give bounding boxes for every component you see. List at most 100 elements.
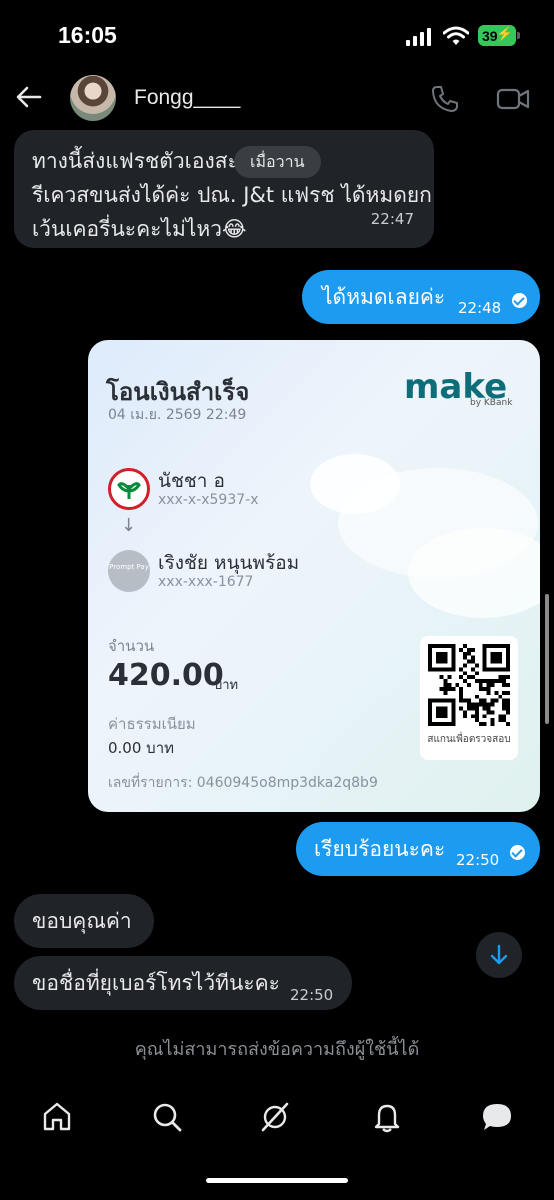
qr-module	[502, 683, 507, 687]
arrow-down-icon: ↓	[121, 515, 137, 536]
qr-module	[478, 683, 483, 687]
qr-module	[451, 686, 456, 691]
sender-account: xxx-x-x5937-x	[158, 492, 259, 508]
qr-module	[474, 671, 479, 676]
qr-module	[502, 714, 507, 719]
qr-module	[470, 647, 475, 652]
qr-module	[486, 706, 491, 711]
message-text: เว้นเคอรี่นะคะไม่ไหว😂	[32, 217, 247, 241]
contact-name[interactable]: Fongg____	[134, 86, 240, 110]
qr-module	[502, 706, 507, 711]
qr-module	[498, 679, 503, 684]
message-bubble-sent[interactable]: เรียบร้อยนะคะ 22:50	[296, 822, 540, 876]
messages-icon[interactable]	[480, 1100, 514, 1134]
message-time: 22:50	[290, 986, 334, 1004]
qr-module	[486, 710, 491, 715]
qr-module	[506, 698, 510, 703]
qr-module	[459, 694, 464, 699]
qr-module	[459, 690, 464, 695]
qr-module	[506, 675, 510, 680]
amount-value: 420.00	[108, 658, 224, 693]
qr-module	[506, 710, 510, 715]
message-time: 22:48	[458, 299, 502, 317]
receiver-account: xxx-xxx-1677	[158, 574, 254, 590]
battery-icon: 39 ⚡	[478, 25, 516, 46]
read-check-icon	[512, 293, 527, 308]
qr-module	[463, 679, 468, 684]
message-text: เรียบร้อยนะคะ	[314, 837, 446, 861]
qr-module	[486, 702, 491, 707]
scroll-to-bottom-button[interactable]	[476, 932, 522, 978]
avatar[interactable]	[70, 75, 116, 121]
qr-module	[467, 651, 471, 656]
qr-module	[498, 718, 503, 723]
qr-module	[502, 702, 507, 707]
search-icon[interactable]	[150, 1100, 184, 1134]
qr-module	[482, 686, 487, 691]
message-bubble-received[interactable]: ทางนี้ส่งแฟรชตัวเองสะดวกกว่า รีเควสขนส่ง…	[14, 130, 434, 248]
battery-level: 39	[482, 27, 498, 44]
qr-module	[490, 710, 495, 715]
qr-module	[470, 655, 475, 660]
qr-module	[490, 702, 495, 707]
qr-module	[439, 675, 444, 680]
message-bubble-received[interactable]: ขอบคุณค่า	[14, 894, 154, 948]
qr-module	[494, 690, 499, 695]
qr-module	[463, 651, 468, 656]
receipt-date: 04 เม.ย. 2569 22:49	[108, 407, 247, 423]
qr-module	[470, 667, 475, 672]
qr-module	[467, 698, 471, 703]
message-text: ขอบคุณค่า	[32, 909, 132, 933]
amount-unit: บาท	[214, 678, 239, 693]
qr-module	[474, 694, 479, 699]
qr-module	[443, 679, 448, 684]
qr-module	[467, 647, 471, 652]
message-text: ขอชื่อที่ยุเบอร์โทรไว้ทีนะคะ	[32, 971, 280, 995]
back-arrow-icon[interactable]	[14, 82, 44, 112]
date-pill: เมื่อวาน	[234, 146, 321, 178]
transfer-slip-image[interactable]: โอนเงินสำเร็จ 04 เม.ย. 2569 22:49 make b…	[88, 340, 540, 812]
qr-code-icon	[428, 644, 510, 726]
qr-module	[502, 690, 507, 695]
qr-module	[467, 659, 471, 664]
home-icon[interactable]	[40, 1100, 74, 1134]
qr-module	[463, 714, 468, 719]
grok-icon[interactable]	[258, 1100, 292, 1134]
fee-value: 0.00 บาท	[108, 739, 174, 757]
qr-module	[490, 698, 495, 703]
phone-icon[interactable]	[430, 84, 460, 114]
qr-finder	[490, 651, 503, 664]
qr-module	[470, 702, 475, 707]
qr-module	[506, 706, 510, 711]
qr-module	[506, 683, 510, 687]
qr-module	[463, 663, 468, 668]
qr-module	[459, 686, 464, 691]
qr-module	[463, 655, 468, 660]
qr-module	[498, 694, 503, 699]
qr-module	[474, 679, 479, 684]
qr-code: สแกนเพื่อตรวจสอบ	[420, 636, 518, 760]
qr-module	[486, 686, 491, 691]
video-call-icon[interactable]	[496, 84, 530, 114]
qr-module	[482, 702, 487, 707]
message-time: 22:50	[456, 851, 500, 869]
brand-by: by KBank	[470, 398, 513, 408]
qr-module	[502, 679, 507, 684]
qr-module	[478, 698, 483, 703]
message-bubble-received[interactable]: ขอชื่อที่ยุเบอร์โทรไว้ทีนะคะ 22:50	[14, 956, 352, 1010]
fee-label: ค่าธรรมเนียม	[108, 715, 196, 733]
message-text: ทางนี้ส่งแฟรชตัวเองสะดวกกว่า	[32, 149, 314, 173]
qr-module	[467, 683, 471, 687]
notifications-icon[interactable]	[370, 1100, 404, 1134]
qr-module	[459, 647, 464, 652]
qr-module	[482, 679, 487, 684]
conversation-header: Fongg____	[0, 70, 554, 130]
qr-finder	[435, 706, 448, 719]
message-bubble-sent[interactable]: ได้หมดเลยค่ะ 22:48	[302, 270, 540, 324]
qr-module	[490, 679, 495, 684]
scrollbar[interactable]	[545, 594, 549, 724]
qr-module	[474, 710, 479, 715]
qr-module	[478, 722, 483, 726]
qr-module	[502, 718, 507, 723]
qr-module	[482, 706, 487, 711]
